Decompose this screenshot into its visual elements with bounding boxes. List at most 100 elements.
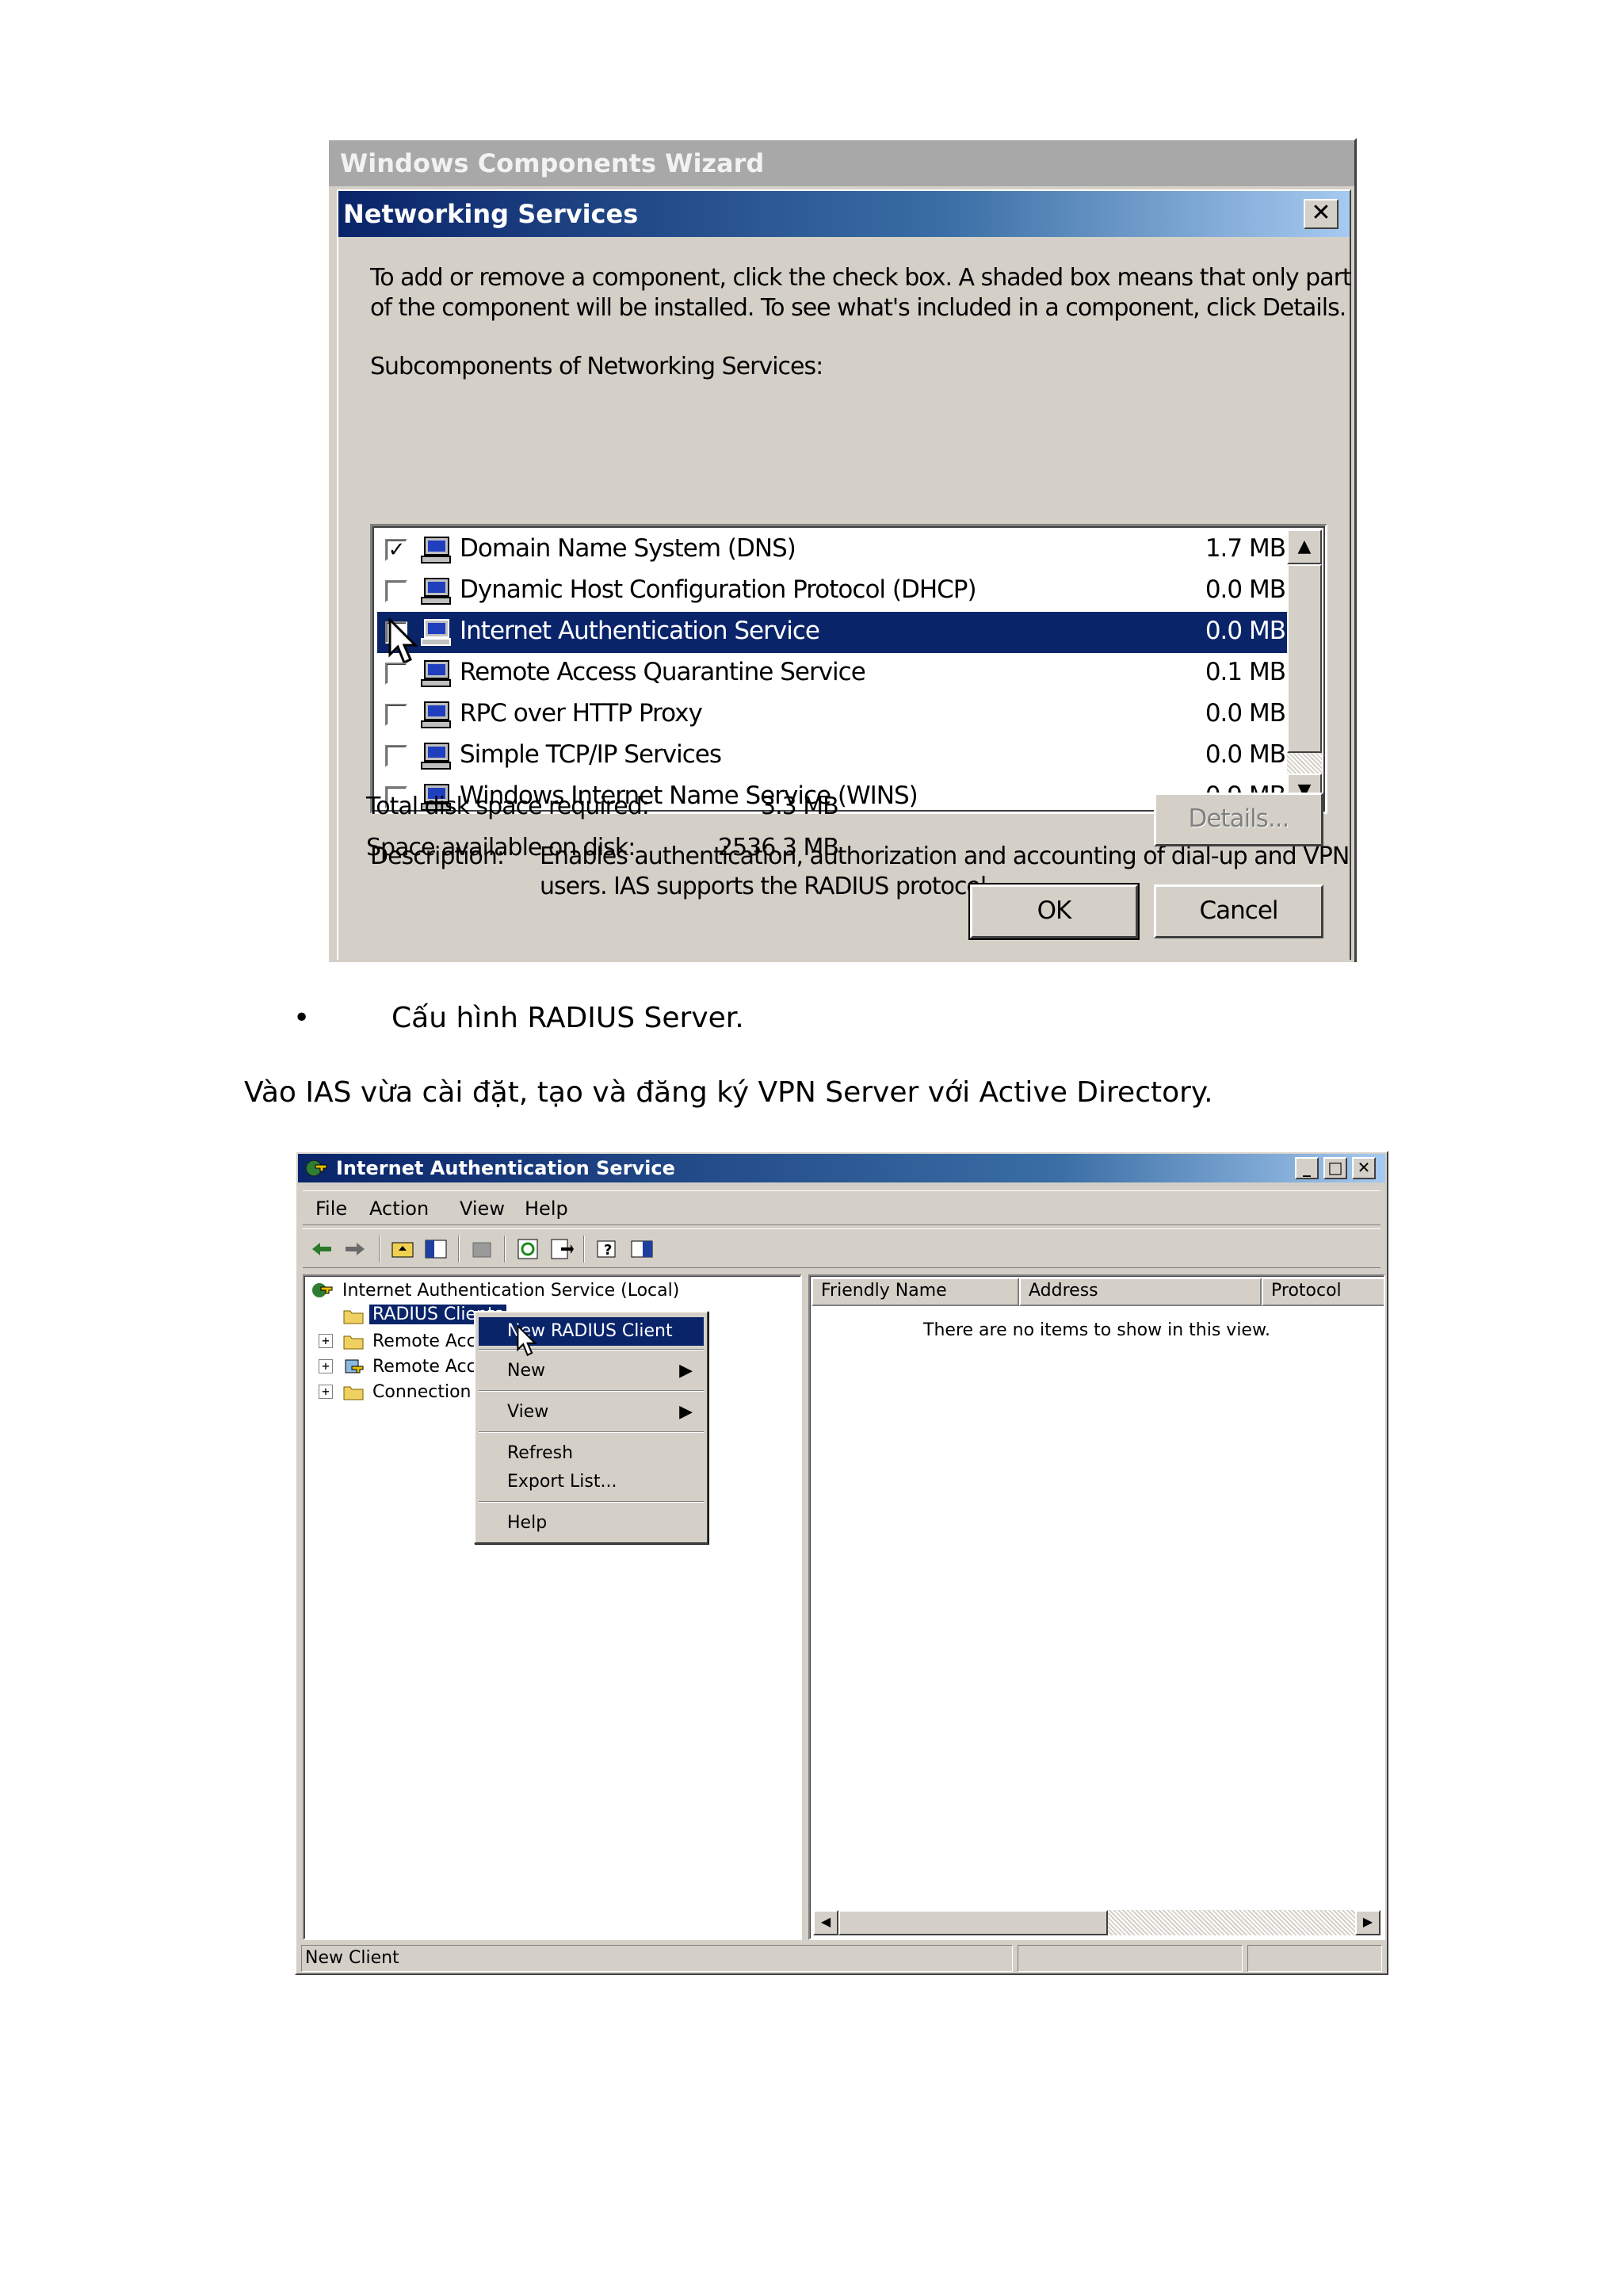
instructions-line-2: of the component will be installed. To s… [370,294,1346,322]
menu-item-new[interactable]: New ▶ [479,1357,704,1385]
expand-plus-icon[interactable]: + [319,1359,333,1373]
disk-available-label: Space available on disk: [366,834,636,861]
toolbar-separator [379,1236,380,1263]
component-name: Dynamic Host Configuration Protocol (DHC… [460,575,977,604]
column-header-friendly-name[interactable]: Friendly Name [812,1278,1019,1306]
close-button[interactable]: ✕ [1304,199,1338,229]
tree-item-label: Connection [372,1382,472,1402]
list-item[interactable]: Dynamic Host Configuration Protocol (DHC… [377,571,1296,612]
menu-separator [479,1390,704,1392]
menu-separator [479,1431,704,1433]
menu-action[interactable]: Action [369,1198,429,1220]
menu-separator [479,1501,704,1503]
menu-item-new-radius-client[interactable]: New RADIUS Client [479,1317,704,1346]
scrollbar-thumb[interactable] [838,1910,1108,1935]
menu-view[interactable]: View [460,1198,505,1220]
help-icon[interactable]: ? [594,1236,620,1262]
list-item[interactable]: Simple TCP/IP Services 0.0 MB [377,735,1296,777]
menu-item-refresh[interactable]: Refresh [479,1439,704,1468]
menu-item-label: New [507,1361,545,1381]
details-button[interactable]: Details... [1154,793,1323,846]
paragraph-text: Vào IAS vừa cài đặt, tạo và đăng ký VPN … [244,1076,1213,1109]
up-folder-icon[interactable] [390,1236,415,1262]
details-pane[interactable]: Friendly Name Address Protocol There are… [808,1274,1385,1940]
expand-plus-icon[interactable]: + [319,1385,333,1399]
list-item[interactable]: Remote Access Quarantine Service 0.1 MB [377,653,1296,694]
scroll-left-arrow-icon[interactable]: ◀ [813,1910,838,1935]
scroll-right-arrow-icon[interactable]: ▶ [1355,1910,1381,1935]
checkbox[interactable] [385,663,407,685]
component-name: Simple TCP/IP Services [460,740,722,769]
mouse-cursor-icon [517,1324,537,1357]
description-line-1: Enables authentication, authorization an… [540,842,1350,870]
policy-icon [345,1359,364,1373]
component-size: 1.7 MB [1205,534,1286,563]
horizontal-scrollbar[interactable]: ◀ ▶ [813,1910,1381,1935]
instructions-line-1: To add or remove a component, click the … [370,264,1352,292]
component-size: 0.0 MB [1205,617,1286,645]
folder-icon [343,1386,364,1400]
menu-item-export-list[interactable]: Export List... [479,1468,704,1496]
toolbar-separator [583,1236,585,1263]
wizard-title-bar: Windows Components Wizard [329,140,1354,186]
list-item[interactable]: RPC over HTTP Proxy 0.0 MB [377,694,1296,735]
bullet-glyph: • [293,1002,311,1034]
component-name: Internet Authentication Service [460,617,820,645]
subcomponents-label: Subcomponents of Networking Services: [370,353,823,380]
subcomponents-list[interactable]: ✓ Domain Name System (DNS) 1.7 MB Dynami… [370,524,1327,814]
checkbox-checked[interactable]: ✓ [385,539,407,561]
refresh-icon[interactable] [515,1236,540,1262]
action-pane-icon[interactable] [629,1236,655,1262]
ias-title-bar: Internet Authentication Service _ □ ✕ [298,1154,1385,1182]
export-list-icon[interactable] [548,1236,574,1262]
scroll-up-arrow-icon[interactable]: ▲ [1287,529,1322,564]
column-header-protocol[interactable]: Protocol [1262,1278,1384,1306]
submenu-arrow-icon: ▶ [679,1361,693,1381]
expand-plus-icon[interactable]: + [319,1334,333,1348]
show-hide-tree-icon[interactable] [423,1236,449,1262]
menu-item-view[interactable]: View ▶ [479,1398,704,1427]
toolbar-separator [458,1236,460,1263]
close-icon[interactable]: ✕ [1352,1157,1376,1179]
status-bar: New Client [301,1945,1382,1972]
menu-file[interactable]: File [315,1198,347,1220]
svg-text:?: ? [604,1242,612,1259]
toolbar-separator [504,1236,506,1263]
toolbar: ? [303,1228,1381,1268]
disk-required-label: Total disk space required: [366,793,650,820]
component-size: 0.0 MB [1205,740,1286,769]
status-text: New Client [301,1945,1013,1972]
forward-arrow-icon[interactable] [342,1236,368,1262]
ok-button[interactable]: OK [968,883,1140,940]
folder-icon [343,1310,364,1324]
scrollbar-thumb[interactable] [1287,564,1322,753]
component-size: 0.0 MB [1205,575,1286,604]
checkbox[interactable] [385,580,407,602]
ias-window-title: Internet Authentication Service [336,1157,675,1179]
ias-root-icon [312,1283,333,1297]
folder-icon [343,1335,364,1350]
column-header-address[interactable]: Address [1019,1278,1262,1306]
cancel-button[interactable]: Cancel [1154,884,1323,938]
menu-item-help[interactable]: Help [479,1509,704,1538]
menu-help[interactable]: Help [525,1198,568,1220]
vertical-scrollbar[interactable]: ▲ ▼ [1287,529,1322,808]
disk-required-value: 3.3 MB [761,793,839,820]
ias-app-icon [305,1159,327,1177]
tree-item-label: Remote Acc [372,1331,476,1351]
list-item[interactable]: ✓ Domain Name System (DNS) 1.7 MB [377,529,1296,571]
minimize-icon[interactable]: _ [1295,1157,1319,1179]
tree-item-label: Remote Acc [372,1357,476,1377]
checkbox[interactable] [385,745,407,767]
component-size: 0.1 MB [1205,658,1286,686]
ias-console-window: Internet Authentication Service _ □ ✕ Fi… [295,1151,1388,1975]
maximize-icon[interactable]: □ [1323,1157,1347,1179]
computer-icon [421,701,451,728]
component-name: RPC over HTTP Proxy [460,699,703,728]
list-item-selected[interactable]: Internet Authentication Service 0.0 MB [377,612,1296,665]
checkbox[interactable] [385,704,407,726]
delete-icon[interactable] [469,1236,495,1262]
back-arrow-icon[interactable] [309,1236,334,1262]
component-size: 0.0 MB [1205,699,1286,728]
component-name: Domain Name System (DNS) [460,534,796,563]
